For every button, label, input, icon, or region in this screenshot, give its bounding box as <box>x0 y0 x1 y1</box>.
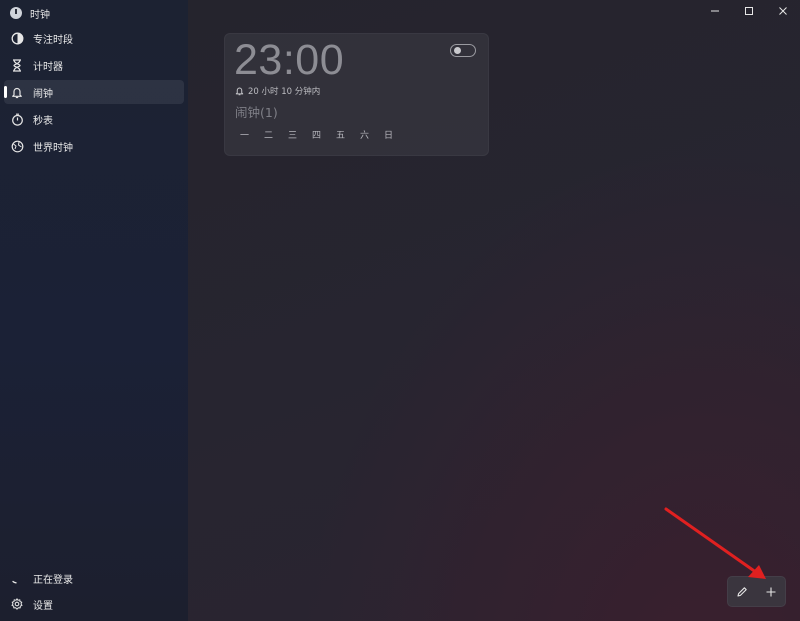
alarm-day: 六 <box>360 131 370 141</box>
alarm-remaining-text: 20 小时 10 分钟内 <box>248 87 321 97</box>
alarm-remaining: 20 小时 10 分钟内 <box>235 85 320 97</box>
sidebar-item-stopwatch[interactable]: 秒表 <box>4 107 184 131</box>
alarm-days: 一 二 三 四 五 六 日 <box>240 128 408 141</box>
sidebar-item-focus[interactable]: 专注时段 <box>4 26 184 50</box>
loading-icon <box>10 571 24 585</box>
window-controls <box>698 0 800 22</box>
focus-icon <box>10 31 24 45</box>
sidebar-item-timer[interactable]: 计时器 <box>4 53 184 77</box>
pencil-icon <box>737 586 747 597</box>
signin-label: 正在登录 <box>33 574 73 586</box>
alarm-day: 三 <box>288 131 298 141</box>
red-arrow-annotation <box>664 507 766 579</box>
alarm-day: 二 <box>264 131 274 141</box>
clock-app-icon <box>10 7 22 19</box>
globe-icon <box>10 139 24 153</box>
sidebar: 时钟 专注时段 计时器 闹钟 秒表 世界时钟 正在登录 设置 <box>0 0 188 621</box>
clock-window: 时钟 专注时段 计时器 闹钟 秒表 世界时钟 正在登录 设置 23:00 20 … <box>0 0 800 621</box>
stopwatch-icon <box>10 112 24 126</box>
alarm-toggle[interactable] <box>450 44 476 57</box>
alarm-day: 日 <box>384 131 394 141</box>
alarm-card[interactable]: 23:00 20 小时 10 分钟内 闹钟(1) 一 二 三 四 五 六 日 <box>224 33 489 156</box>
sidebar-item-label: 闹钟 <box>33 88 53 100</box>
bell-icon <box>10 85 24 99</box>
sidebar-bottom: 正在登录 设置 <box>0 565 188 617</box>
gear-icon <box>10 597 24 611</box>
alarm-name: 闹钟(1) <box>235 105 278 120</box>
alarm-day: 五 <box>336 131 346 141</box>
close-icon <box>779 7 787 15</box>
alarm-day: 一 <box>240 131 250 141</box>
settings-item[interactable]: 设置 <box>4 591 184 617</box>
settings-label: 设置 <box>33 600 53 612</box>
sidebar-item-label: 计时器 <box>33 61 63 73</box>
titlebar: 时钟 <box>10 5 50 21</box>
sidebar-item-label: 秒表 <box>33 115 53 127</box>
app-title: 时钟 <box>30 9 50 21</box>
sidebar-item-world-clock[interactable]: 世界时钟 <box>4 134 184 158</box>
sidebar-nav: 专注时段 计时器 闹钟 秒表 世界时钟 <box>0 26 188 161</box>
sidebar-item-label: 世界时钟 <box>33 142 73 154</box>
sidebar-item-alarm[interactable]: 闹钟 <box>4 80 184 104</box>
plus-icon <box>766 587 776 596</box>
minimize-button[interactable] <box>698 0 732 22</box>
alarm-day: 四 <box>312 131 322 141</box>
signin-item[interactable]: 正在登录 <box>4 565 184 591</box>
alarm-time: 23:00 <box>234 36 345 84</box>
maximize-button[interactable] <box>732 0 766 22</box>
bell-icon <box>235 87 244 96</box>
maximize-icon <box>745 7 753 15</box>
hourglass-icon <box>10 58 24 72</box>
sidebar-item-label: 专注时段 <box>33 34 73 46</box>
close-button[interactable] <box>766 0 800 22</box>
minimize-icon <box>711 10 719 12</box>
